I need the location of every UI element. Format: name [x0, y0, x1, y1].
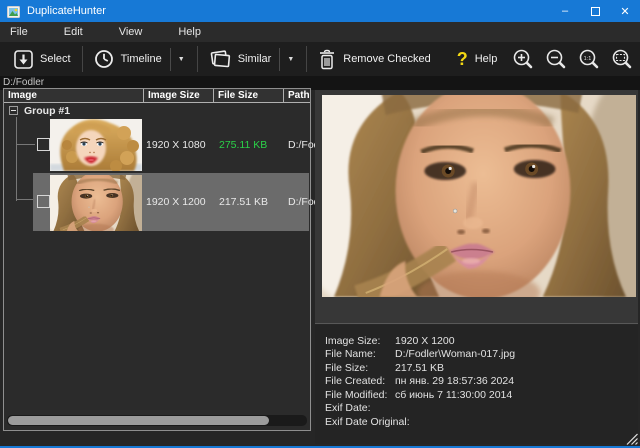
detail-value: 1920 X 1200: [395, 335, 455, 347]
timeline-button[interactable]: Timeline: [88, 45, 168, 73]
zoom-out-icon: [545, 48, 567, 70]
detail-row: File Name: D:/Fodler\Woman-017.jpg: [315, 348, 638, 362]
menu-view[interactable]: View: [119, 26, 143, 38]
zoom-actual-button[interactable]: 1:1: [577, 46, 601, 72]
detail-label: File Created:: [325, 375, 395, 387]
detail-value: сб июнь 7 11:30:00 2014: [395, 389, 512, 401]
timeline-label: Timeline: [121, 53, 162, 65]
detail-row: Image Size: 1920 X 1200: [315, 334, 638, 348]
zoom-in-icon: [512, 48, 534, 70]
detail-value: D:/Fodler\Woman-017.jpg: [395, 348, 515, 360]
trash-icon: [318, 49, 336, 70]
toolbar-separator: [306, 46, 307, 72]
table-header: Image Image Size File Size Path: [4, 89, 310, 103]
scrollbar-thumb[interactable]: [8, 416, 269, 425]
collapse-icon[interactable]: [9, 106, 18, 115]
timeline-dropdown[interactable]: ▼: [170, 48, 192, 71]
cell-image-size: 1920 X 1200: [146, 196, 206, 208]
window-title: DuplicateHunter: [27, 5, 550, 17]
help-label: Help: [475, 53, 498, 65]
detail-label: File Modified:: [325, 389, 395, 401]
menu-bar: File Edit View Help: [0, 22, 640, 42]
toolbar-separator: [197, 46, 198, 72]
row-checkbox[interactable]: [37, 138, 50, 151]
chevron-down-icon: ▼: [287, 56, 294, 63]
detail-value: пн янв. 29 18:57:36 2024: [395, 375, 514, 387]
preview-panel: [315, 90, 638, 324]
similar-button[interactable]: Similar: [203, 45, 278, 73]
similar-label: Similar: [238, 53, 272, 65]
zoom-in-button[interactable]: [511, 46, 535, 72]
zoom-controls: 1:1: [511, 42, 634, 76]
detail-row: File Modified: сб июнь 7 11:30:00 2014: [315, 388, 638, 402]
select-label: Select: [40, 53, 71, 65]
column-header-image-size[interactable]: Image Size: [144, 89, 214, 102]
table-row-selected[interactable]: 1920 X 1200 217.51 KB D:/Fod: [4, 173, 309, 231]
help-icon: ?: [457, 50, 468, 68]
app-icon: [7, 5, 20, 17]
column-header-path[interactable]: Path: [284, 89, 310, 102]
zoom-out-button[interactable]: [544, 46, 568, 72]
detail-row: File Created: пн янв. 29 18:57:36 2024: [315, 375, 638, 389]
close-button[interactable]: ✕: [610, 0, 640, 22]
cell-file-size: 217.51 KB: [219, 196, 268, 208]
similar-dropdown[interactable]: ▼: [279, 48, 301, 71]
maximize-button[interactable]: [580, 0, 610, 22]
preview-image: [322, 95, 636, 297]
thumbnail-image[interactable]: [50, 175, 142, 231]
clock-icon: [94, 49, 114, 69]
zoom-actual-icon: 1:1: [578, 48, 600, 70]
select-button[interactable]: Select: [8, 45, 77, 73]
table-row[interactable]: 1920 X 1080 275.11 KB D:/Fod: [4, 117, 309, 173]
menu-help[interactable]: Help: [178, 26, 201, 38]
detail-label: Image Size:: [325, 335, 395, 347]
detail-row: File Size: 217.51 KB: [315, 361, 638, 375]
detail-label: File Name:: [325, 348, 395, 360]
detail-label: Exif Date Original:: [325, 416, 410, 428]
group-label: Group #1: [24, 105, 70, 117]
detail-label: File Size:: [325, 362, 395, 374]
toolbar: Select Timeline ▼ Similar ▼: [0, 42, 640, 76]
thumbnail-image[interactable]: [50, 119, 142, 171]
maximize-icon: [591, 7, 600, 16]
remove-checked-label: Remove Checked: [343, 53, 430, 65]
cell-file-size: 275.11 KB: [219, 139, 267, 151]
toolbar-separator: [82, 46, 83, 72]
results-table: Image Image Size File Size Path Group #1…: [3, 88, 311, 431]
title-bar: DuplicateHunter – ✕: [0, 0, 640, 22]
column-header-image[interactable]: Image: [4, 89, 144, 102]
svg-text:1:1: 1:1: [584, 56, 592, 62]
detail-row: Exif Date:: [315, 402, 638, 416]
select-icon: [14, 50, 33, 69]
row-checkbox[interactable]: [37, 195, 50, 208]
chevron-down-icon: ▼: [178, 56, 185, 63]
zoom-fit-icon: [611, 48, 633, 70]
menu-edit[interactable]: Edit: [64, 26, 83, 38]
detail-row: Exif Date Original:: [315, 415, 638, 429]
minimize-button[interactable]: –: [550, 0, 580, 22]
detail-value: 217.51 KB: [395, 362, 444, 374]
cell-image-size: 1920 X 1080: [146, 139, 206, 151]
app-window: DuplicateHunter – ✕ File Edit View Help …: [0, 0, 640, 448]
detail-label: Exif Date:: [325, 402, 371, 414]
remove-checked-button[interactable]: Remove Checked: [312, 45, 436, 73]
details-panel: Image Size: 1920 X 1200 File Name: D:/Fo…: [315, 325, 638, 444]
menu-file[interactable]: File: [10, 26, 28, 38]
horizontal-scrollbar[interactable]: [7, 415, 307, 426]
photos-icon: [209, 49, 231, 69]
help-button[interactable]: ? Help: [451, 45, 504, 73]
zoom-fit-button[interactable]: [610, 46, 634, 72]
column-header-file-size[interactable]: File Size: [214, 89, 284, 102]
group-row[interactable]: Group #1: [4, 104, 309, 117]
resize-grip[interactable]: [625, 432, 638, 445]
